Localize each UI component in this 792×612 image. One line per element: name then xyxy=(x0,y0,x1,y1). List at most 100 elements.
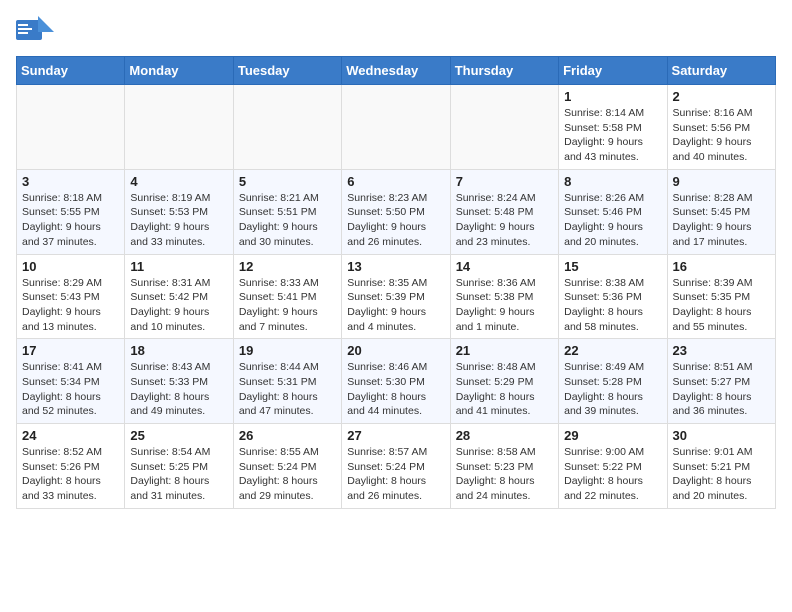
calendar-header-row: SundayMondayTuesdayWednesdayThursdayFrid… xyxy=(17,57,776,85)
calendar-week-4: 17 Sunrise: 8:41 AMSunset: 5:34 PMDayligh… xyxy=(17,339,776,424)
day-number: 5 xyxy=(239,174,336,189)
calendar-cell: 9 Sunrise: 8:28 AMSunset: 5:45 PMDaylight… xyxy=(667,169,775,254)
calendar-cell: 14 Sunrise: 8:36 AMSunset: 5:38 PMDayligh… xyxy=(450,254,558,339)
calendar-week-2: 3Sunrise: 8:18 AMSunset: 5:55 PMDaylight… xyxy=(17,169,776,254)
day-number: 7 xyxy=(456,174,553,189)
day-info: Sunrise: 8:55 AMSunset: 5:24 PMDaylight:… xyxy=(239,445,336,504)
calendar-week-1: 1 Sunrise: 8:14 AMSunset: 5:58 PMDaylight… xyxy=(17,85,776,170)
day-number: 23 xyxy=(673,343,770,358)
day-info: Sunrise: 8:51 AMSunset: 5:27 PMDaylight:… xyxy=(673,360,770,419)
calendar-cell: 7 Sunrise: 8:24 AMSunset: 5:48 PMDaylight… xyxy=(450,169,558,254)
calendar-cell: 16 Sunrise: 8:39 AMSunset: 5:35 PMDayligh… xyxy=(667,254,775,339)
day-number: 9 xyxy=(673,174,770,189)
weekday-header-tuesday: Tuesday xyxy=(233,57,341,85)
calendar-cell: 11 Sunrise: 8:31 AMSunset: 5:42 PMDayligh… xyxy=(125,254,233,339)
day-info: Sunrise: 8:31 AMSunset: 5:42 PMDaylight:… xyxy=(130,276,227,335)
calendar-cell: 22 Sunrise: 8:49 AMSunset: 5:28 PMDayligh… xyxy=(559,339,667,424)
day-info: Sunrise: 8:16 AMSunset: 5:56 PMDaylight:… xyxy=(673,106,770,165)
calendar-cell: 17 Sunrise: 8:41 AMSunset: 5:34 PMDayligh… xyxy=(17,339,125,424)
day-info: Sunrise: 8:29 AMSunset: 5:43 PMDaylight:… xyxy=(22,276,119,335)
weekday-header-monday: Monday xyxy=(125,57,233,85)
calendar-cell xyxy=(125,85,233,170)
calendar-cell: 25 Sunrise: 8:54 AMSunset: 5:25 PMDayligh… xyxy=(125,424,233,509)
header xyxy=(16,16,776,48)
day-number: 25 xyxy=(130,428,227,443)
day-info: Sunrise: 8:54 AMSunset: 5:25 PMDaylight:… xyxy=(130,445,227,504)
day-number: 24 xyxy=(22,428,119,443)
day-number: 26 xyxy=(239,428,336,443)
calendar-cell: 27Sunrise: 8:57 AMSunset: 5:24 PMDayligh… xyxy=(342,424,450,509)
day-number: 20 xyxy=(347,343,444,358)
day-info: Sunrise: 8:24 AMSunset: 5:48 PMDaylight:… xyxy=(456,191,553,250)
day-number: 27 xyxy=(347,428,444,443)
weekday-header-saturday: Saturday xyxy=(667,57,775,85)
day-info: Sunrise: 9:01 AMSunset: 5:21 PMDaylight:… xyxy=(673,445,770,504)
day-number: 3 xyxy=(22,174,119,189)
day-number: 30 xyxy=(673,428,770,443)
day-info: Sunrise: 8:19 AMSunset: 5:53 PMDaylight:… xyxy=(130,191,227,250)
day-number: 21 xyxy=(456,343,553,358)
calendar-cell: 29 Sunrise: 9:00 AMSunset: 5:22 PMDayligh… xyxy=(559,424,667,509)
calendar-cell xyxy=(450,85,558,170)
day-number: 19 xyxy=(239,343,336,358)
calendar-body: 1 Sunrise: 8:14 AMSunset: 5:58 PMDaylight… xyxy=(17,85,776,509)
day-number: 17 xyxy=(22,343,119,358)
calendar-week-5: 24Sunrise: 8:52 AMSunset: 5:26 PMDayligh… xyxy=(17,424,776,509)
day-info: Sunrise: 8:36 AMSunset: 5:38 PMDaylight:… xyxy=(456,276,553,335)
calendar-cell: 15 Sunrise: 8:38 AMSunset: 5:36 PMDayligh… xyxy=(559,254,667,339)
calendar-week-3: 10Sunrise: 8:29 AMSunset: 5:43 PMDayligh… xyxy=(17,254,776,339)
calendar-cell xyxy=(233,85,341,170)
day-number: 29 xyxy=(564,428,661,443)
day-info: Sunrise: 8:38 AMSunset: 5:36 PMDaylight:… xyxy=(564,276,661,335)
calendar-cell: 18Sunrise: 8:43 AMSunset: 5:33 PMDayligh… xyxy=(125,339,233,424)
day-info: Sunrise: 8:28 AMSunset: 5:45 PMDaylight:… xyxy=(673,191,770,250)
calendar-cell: 24Sunrise: 8:52 AMSunset: 5:26 PMDayligh… xyxy=(17,424,125,509)
day-info: Sunrise: 8:35 AMSunset: 5:39 PMDaylight:… xyxy=(347,276,444,335)
calendar-cell: 21 Sunrise: 8:48 AMSunset: 5:29 PMDayligh… xyxy=(450,339,558,424)
calendar-cell: 13 Sunrise: 8:35 AMSunset: 5:39 PMDayligh… xyxy=(342,254,450,339)
day-info: Sunrise: 8:33 AMSunset: 5:41 PMDaylight:… xyxy=(239,276,336,335)
logo xyxy=(16,16,60,48)
day-info: Sunrise: 8:48 AMSunset: 5:29 PMDaylight:… xyxy=(456,360,553,419)
day-number: 14 xyxy=(456,259,553,274)
calendar-cell: 12Sunrise: 8:33 AMSunset: 5:41 PMDayligh… xyxy=(233,254,341,339)
day-number: 22 xyxy=(564,343,661,358)
day-number: 1 xyxy=(564,89,661,104)
day-info: Sunrise: 8:49 AMSunset: 5:28 PMDaylight:… xyxy=(564,360,661,419)
day-info: Sunrise: 8:26 AMSunset: 5:46 PMDaylight:… xyxy=(564,191,661,250)
day-info: Sunrise: 8:44 AMSunset: 5:31 PMDaylight:… xyxy=(239,360,336,419)
day-number: 2 xyxy=(673,89,770,104)
day-number: 16 xyxy=(673,259,770,274)
day-number: 11 xyxy=(130,259,227,274)
day-number: 28 xyxy=(456,428,553,443)
day-number: 6 xyxy=(347,174,444,189)
calendar-cell: 6 Sunrise: 8:23 AMSunset: 5:50 PMDaylight… xyxy=(342,169,450,254)
day-number: 13 xyxy=(347,259,444,274)
calendar-cell: 3Sunrise: 8:18 AMSunset: 5:55 PMDaylight… xyxy=(17,169,125,254)
logo-icon xyxy=(16,16,54,48)
day-info: Sunrise: 8:39 AMSunset: 5:35 PMDaylight:… xyxy=(673,276,770,335)
calendar-cell: 19 Sunrise: 8:44 AMSunset: 5:31 PMDayligh… xyxy=(233,339,341,424)
calendar-cell: 8 Sunrise: 8:26 AMSunset: 5:46 PMDaylight… xyxy=(559,169,667,254)
day-info: Sunrise: 8:23 AMSunset: 5:50 PMDaylight:… xyxy=(347,191,444,250)
weekday-header-wednesday: Wednesday xyxy=(342,57,450,85)
calendar-cell: 23 Sunrise: 8:51 AMSunset: 5:27 PMDayligh… xyxy=(667,339,775,424)
calendar-cell: 5 Sunrise: 8:21 AMSunset: 5:51 PMDaylight… xyxy=(233,169,341,254)
calendar-cell: 2 Sunrise: 8:16 AMSunset: 5:56 PMDaylight… xyxy=(667,85,775,170)
day-info: Sunrise: 8:43 AMSunset: 5:33 PMDaylight:… xyxy=(130,360,227,419)
calendar: SundayMondayTuesdayWednesdayThursdayFrid… xyxy=(16,56,776,509)
day-number: 8 xyxy=(564,174,661,189)
day-info: Sunrise: 8:21 AMSunset: 5:51 PMDaylight:… xyxy=(239,191,336,250)
weekday-header-friday: Friday xyxy=(559,57,667,85)
day-number: 15 xyxy=(564,259,661,274)
day-number: 4 xyxy=(130,174,227,189)
day-info: Sunrise: 8:58 AMSunset: 5:23 PMDaylight:… xyxy=(456,445,553,504)
day-info: Sunrise: 8:46 AMSunset: 5:30 PMDaylight:… xyxy=(347,360,444,419)
calendar-cell: 20 Sunrise: 8:46 AMSunset: 5:30 PMDayligh… xyxy=(342,339,450,424)
calendar-cell: 26 Sunrise: 8:55 AMSunset: 5:24 PMDayligh… xyxy=(233,424,341,509)
calendar-cell xyxy=(342,85,450,170)
day-info: Sunrise: 8:14 AMSunset: 5:58 PMDaylight:… xyxy=(564,106,661,165)
day-info: Sunrise: 8:41 AMSunset: 5:34 PMDaylight:… xyxy=(22,360,119,419)
calendar-cell: 30 Sunrise: 9:01 AMSunset: 5:21 PMDayligh… xyxy=(667,424,775,509)
day-info: Sunrise: 9:00 AMSunset: 5:22 PMDaylight:… xyxy=(564,445,661,504)
